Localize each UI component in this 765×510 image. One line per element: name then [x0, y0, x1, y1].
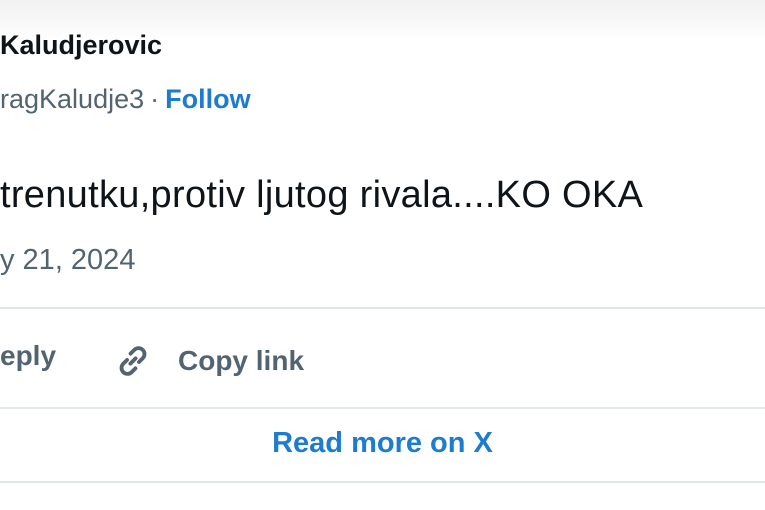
reply-button[interactable]: eply	[0, 340, 56, 372]
read-more-link[interactable]: Read more on X	[0, 427, 765, 460]
copy-link-label: Copy link	[178, 345, 305, 376]
separator-dot: ·	[150, 84, 160, 114]
follow-button[interactable]: Follow	[165, 84, 250, 114]
link-icon	[119, 346, 147, 376]
tweet-date[interactable]: y 21, 2024	[0, 244, 135, 277]
author-handle-row: ragKaludje3 · Follow	[0, 84, 251, 115]
divider	[0, 307, 765, 309]
reply-label: eply	[0, 340, 57, 371]
divider	[0, 481, 765, 483]
author-handle[interactable]: ragKaludje3	[0, 84, 144, 114]
author-name[interactable]: Kaludjerovic	[0, 30, 162, 61]
tweet-text: trenutku,protiv ljutog rivala....KO OKA	[0, 174, 644, 216]
divider	[0, 407, 765, 409]
copy-link-button[interactable]: Copy link	[112, 340, 304, 382]
